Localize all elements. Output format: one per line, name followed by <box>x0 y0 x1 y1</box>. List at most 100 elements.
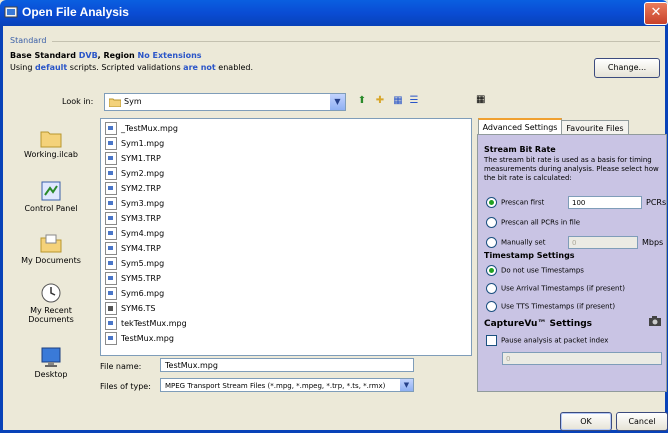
radio-button[interactable] <box>486 283 497 294</box>
panel-toggle-icon[interactable]: ▦ <box>476 94 485 105</box>
radio-button[interactable] <box>486 217 497 228</box>
radio-button[interactable] <box>486 237 497 248</box>
radio-ts-tts[interactable]: Use TTS Timestamps (if present) <box>486 301 615 312</box>
details-view-icon[interactable]: ☰ <box>406 94 422 108</box>
file-name: Sym5.mpg <box>121 259 165 268</box>
radio-button[interactable] <box>486 197 497 208</box>
region-value: No Extensions <box>137 51 202 60</box>
radio-prescan-first[interactable]: Prescan first <box>486 197 544 208</box>
scripts-suffix: enabled. <box>215 63 254 72</box>
list-item[interactable]: SYM1.TRP <box>105 152 161 165</box>
radio-label: Manually set <box>501 238 546 247</box>
chevron-down-icon[interactable]: ▼ <box>400 379 413 391</box>
list-item[interactable]: Sym1.mpg <box>105 137 164 150</box>
view-menu-icon[interactable]: ▦ <box>390 94 406 108</box>
change-button[interactable]: Change... <box>594 58 660 78</box>
file-name-input[interactable]: TestMux.mpg <box>160 358 414 372</box>
list-item[interactable]: SYM6.TS <box>105 302 155 315</box>
place-control-panel[interactable]: Control Panel <box>8 180 94 213</box>
file-name: tekTestMux.mpg <box>121 319 187 328</box>
list-item[interactable]: Sym2.mpg <box>105 167 164 180</box>
file-name: TestMux.mpg <box>121 334 174 343</box>
manual-rate-unit: Mbps <box>642 238 664 247</box>
file-icon <box>105 152 117 165</box>
pause-checkbox-row[interactable]: Pause analysis at packet index <box>486 335 608 346</box>
list-item[interactable]: Sym5.mpg <box>105 257 164 270</box>
file-list[interactable]: _TestMux.mpg Sym1.mpg SYM1.TRP Sym2.mpg … <box>100 118 472 356</box>
file-type-select[interactable]: MPEG Transport Stream Files (*.mpg, *.mp… <box>160 378 414 392</box>
file-name: SYM6.TS <box>121 304 156 313</box>
list-item[interactable]: SYM3.TRP <box>105 212 161 225</box>
file-name: SYM3.TRP <box>121 214 161 223</box>
list-item[interactable]: SYM4.TRP <box>105 242 161 255</box>
radio-prescan-all[interactable]: Prescan all PCRs in file <box>486 217 580 228</box>
file-icon <box>105 137 117 150</box>
file-name: SYM1.TRP <box>121 154 161 163</box>
file-name: Sym3.mpg <box>121 199 165 208</box>
radio-label: Use Arrival Timestamps (if present) <box>501 284 625 293</box>
list-item[interactable]: tekTestMux.mpg <box>105 317 187 330</box>
base-standard-prefix: Base Standard <box>10 51 79 60</box>
manual-rate-input[interactable]: 0 <box>568 236 638 249</box>
list-item[interactable]: TestMux.mpg <box>105 332 174 345</box>
packet-index-input[interactable]: 0 <box>502 352 662 365</box>
chevron-down-icon[interactable]: ▼ <box>330 94 345 110</box>
list-item[interactable]: SYM2.TRP <box>105 182 161 195</box>
file-icon <box>105 122 117 135</box>
recent-documents-icon <box>41 283 61 303</box>
radio-ts-none[interactable]: Do not use Timestamps <box>486 265 584 276</box>
file-icon <box>105 227 117 240</box>
list-item[interactable]: Sym6.mpg <box>105 287 164 300</box>
checkbox-label: Pause analysis at packet index <box>501 336 609 345</box>
radio-button[interactable] <box>486 265 497 276</box>
file-name: SYM5.TRP <box>121 274 161 283</box>
file-icon <box>105 197 117 210</box>
ok-button[interactable]: OK <box>560 412 612 431</box>
window-title: Open File Analysis <box>22 5 129 19</box>
radio-manually-set[interactable]: Manually set <box>486 237 545 248</box>
file-icon <box>105 182 117 195</box>
file-name-label: File name: <box>100 362 142 371</box>
file-icon <box>105 287 117 300</box>
standard-value: DVB <box>78 51 98 60</box>
file-name: Sym2.mpg <box>121 169 165 178</box>
new-folder-icon[interactable]: ✚ <box>372 94 388 108</box>
file-icon <box>105 332 117 345</box>
place-label: Working.ilcab <box>24 150 78 159</box>
region-prefix: , Region <box>97 51 138 60</box>
up-folder-icon[interactable]: ⬆ <box>354 94 370 108</box>
radio-ts-arrival[interactable]: Use Arrival Timestamps (if present) <box>486 283 625 294</box>
base-standard-line: Base Standard DVB, Region No Extensions <box>10 51 202 60</box>
group-divider <box>52 41 660 42</box>
cancel-button[interactable]: Cancel <box>616 412 668 431</box>
file-icon <box>105 242 117 255</box>
close-button[interactable]: ✕ <box>644 2 668 25</box>
scripts-prefix: Using <box>10 63 35 72</box>
list-item[interactable]: SYM5.TRP <box>105 272 161 285</box>
validation-state: are not <box>183 63 216 72</box>
place-working[interactable]: Working.ilcab <box>8 128 94 159</box>
radio-button[interactable] <box>486 301 497 312</box>
place-desktop[interactable]: Desktop <box>8 346 94 379</box>
pause-checkbox[interactable] <box>486 335 497 346</box>
title-bar[interactable]: Open File Analysis ✕ <box>0 0 668 26</box>
prescan-count-input[interactable]: 100 <box>568 196 642 209</box>
scripts-mid: scripts. Scripted validations <box>67 63 184 72</box>
look-in-label: Look in: <box>62 97 94 106</box>
file-name: Sym6.mpg <box>121 289 165 298</box>
file-icon <box>105 167 117 180</box>
bitrate-description: The stream bit rate is used as a basis f… <box>484 156 659 182</box>
desktop-icon <box>41 347 61 367</box>
timestamp-heading: Timestamp Settings <box>484 251 575 260</box>
list-item[interactable]: Sym4.mpg <box>105 227 164 240</box>
camera-icon[interactable] <box>648 315 662 327</box>
place-my-documents[interactable]: My Documents <box>8 232 94 265</box>
place-recent[interactable]: My Recent Documents <box>8 282 94 324</box>
list-item[interactable]: _TestMux.mpg <box>105 122 178 135</box>
radio-label: Use TTS Timestamps (if present) <box>501 302 616 311</box>
look-in-value: Sym <box>124 97 142 106</box>
prescan-unit: PCRs <box>646 198 667 207</box>
capturevu-heading: CaptureVu™ Settings <box>484 319 593 329</box>
look-in-select[interactable]: Sym ▼ <box>104 93 346 111</box>
list-item[interactable]: Sym3.mpg <box>105 197 164 210</box>
